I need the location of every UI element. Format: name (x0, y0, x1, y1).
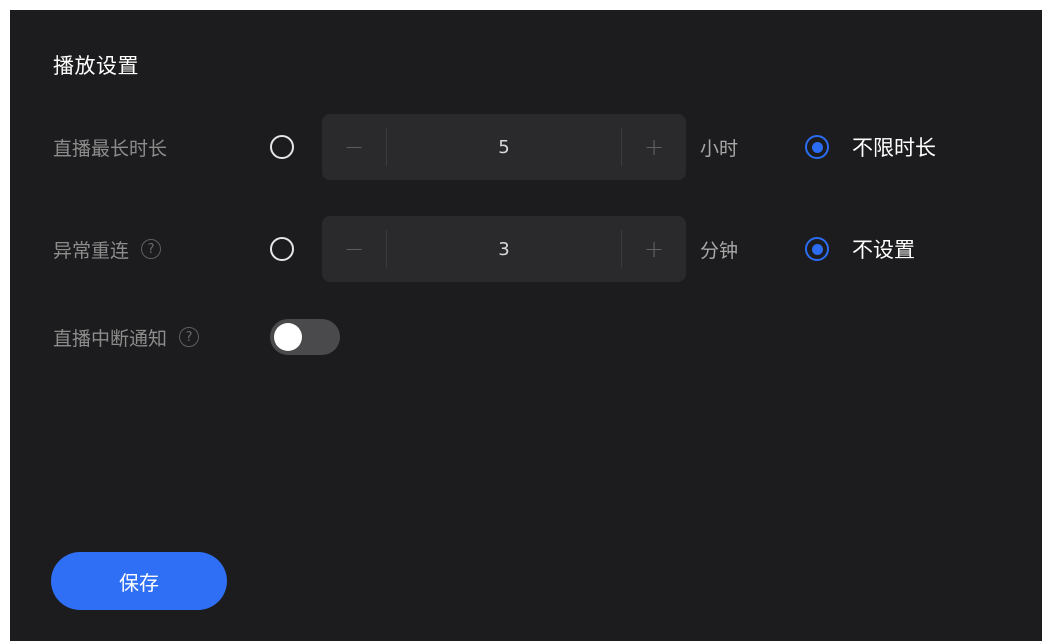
page-title: 播放设置 (53, 54, 139, 78)
reconnect-row: 异常重连 ? − 3 + 分钟 不设置 (10, 216, 1042, 282)
help-icon[interactable]: ? (179, 327, 200, 347)
duration-decrement-button[interactable]: − (322, 114, 386, 180)
reconnect-decrement-button[interactable]: − (322, 216, 386, 282)
duration-custom-radio[interactable] (270, 135, 294, 159)
duration-stepper: − 5 + (322, 114, 686, 180)
interrupt-notice-row: 直播中断通知 ? (10, 304, 1042, 370)
duration-value-input[interactable]: 5 (387, 137, 621, 158)
reconnect-custom-radio[interactable] (270, 237, 294, 261)
playback-settings-panel: 播放设置 直播最长时长 − 5 + 小时 不限时长 异常重连 ? − 3 + 分… (10, 10, 1042, 641)
duration-label: 直播最长时长 (53, 114, 167, 180)
reconnect-label-text: 异常重连 (53, 239, 130, 262)
reconnect-none-radio[interactable] (805, 237, 829, 261)
duration-unlimited-radio[interactable] (805, 135, 829, 159)
duration-unlimited-label[interactable]: 不限时长 (852, 114, 936, 180)
interrupt-notice-label: 直播中断通知 ? (53, 304, 200, 370)
interrupt-notice-toggle[interactable] (270, 319, 340, 355)
duration-row: 直播最长时长 − 5 + 小时 不限时长 (10, 114, 1042, 180)
help-icon[interactable]: ? (141, 239, 162, 259)
reconnect-label: 异常重连 ? (53, 216, 162, 282)
duration-unit: 小时 (700, 137, 739, 160)
interrupt-notice-label-text: 直播中断通知 (53, 327, 168, 350)
save-button[interactable]: 保存 (51, 552, 227, 610)
reconnect-none-label[interactable]: 不设置 (852, 216, 915, 282)
toggle-knob (274, 323, 302, 351)
reconnect-stepper: − 3 + (322, 216, 686, 282)
reconnect-value-input[interactable]: 3 (387, 239, 621, 260)
duration-increment-button[interactable]: + (622, 114, 686, 180)
duration-label-text: 直播最长时长 (53, 137, 168, 160)
reconnect-increment-button[interactable]: + (622, 216, 686, 282)
reconnect-unit: 分钟 (700, 239, 739, 262)
